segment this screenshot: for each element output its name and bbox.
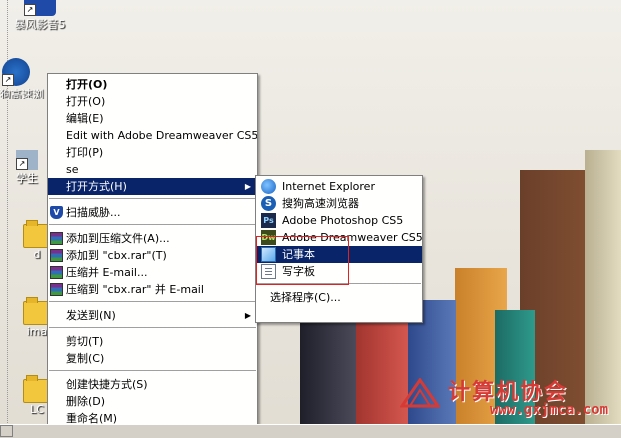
menu-separator <box>49 224 256 227</box>
menu-item-label: Edit with Adobe Dreamweaver CS5 <box>66 129 258 142</box>
menu-item-label: 剪切(T) <box>66 335 104 348</box>
shield-icon: V <box>50 206 63 219</box>
winrar-icon <box>50 232 63 245</box>
menu-item-label: 编辑(E) <box>66 112 104 125</box>
winrar-icon <box>50 283 63 296</box>
menu-item-print[interactable]: 打印(P) <box>48 144 257 161</box>
annotation-highlight-box <box>256 236 349 285</box>
menu-item-label: 发送到(N) <box>66 309 116 322</box>
menu-item-label: Internet Explorer <box>282 180 375 193</box>
shortcut-arrow-icon: ↗ <box>16 158 28 170</box>
menu-item-se[interactable]: se <box>48 161 257 178</box>
baofeng-icon: ↗ <box>24 0 56 16</box>
menu-item-label: 压缩并 E-mail... <box>66 266 148 279</box>
menu-item-open-default[interactable]: 打开(O) <box>48 76 257 93</box>
submenu-arrow-icon: ▶ <box>244 311 251 320</box>
internet-explorer-icon <box>261 179 276 194</box>
menu-item-open[interactable]: 打开(O) <box>48 93 257 110</box>
menu-separator <box>49 198 256 201</box>
menu-item-compress-cbx-email[interactable]: 压缩到 "cbx.rar" 并 E-mail <box>48 281 257 298</box>
menu-separator <box>49 370 256 373</box>
menu-item-cut[interactable]: 剪切(T) <box>48 333 257 350</box>
desktop-icon-sogou[interactable]: ↗ 搜狗高速浏览器 <box>0 58 45 99</box>
menu-item-add-to-archive[interactable]: 添加到压缩文件(A)... <box>48 230 257 247</box>
menu-item-label: 删除(D) <box>66 395 106 408</box>
menu-item-label: 打印(P) <box>66 146 104 159</box>
watermark-url: www.gxjmca.com <box>490 402 609 418</box>
submenu-item-internet-explorer[interactable]: Internet Explorer <box>256 178 422 195</box>
menu-item-add-to-cbx[interactable]: 添加到 "cbx.rar"(T) <box>48 247 257 264</box>
horizontal-scrollbar[interactable] <box>0 424 621 438</box>
menu-separator <box>49 327 256 330</box>
menu-item-label: 打开(O) <box>66 95 106 108</box>
menu-item-edit[interactable]: 编辑(E) <box>48 110 257 127</box>
menu-separator <box>49 301 256 304</box>
context-menu: 打开(O) 打开(O) 编辑(E) Edit with Adobe Dreamw… <box>47 73 258 430</box>
submenu-item-sogou-browser[interactable]: S 搜狗高速浏览器 <box>256 195 422 212</box>
submenu-item-choose-program[interactable]: 选择程序(C)... <box>256 289 422 306</box>
sogou-browser-icon: S <box>261 196 276 211</box>
menu-item-delete[interactable]: 删除(D) <box>48 393 257 410</box>
menu-item-label: Adobe Photoshop CS5 <box>282 214 404 227</box>
watermark: 计算机协会 www.gxjmca.com <box>400 372 621 422</box>
menu-item-label: 打开(O) <box>66 78 108 91</box>
menu-item-compress-email[interactable]: 压缩并 E-mail... <box>48 264 257 281</box>
photoshop-icon: Ps <box>261 213 276 228</box>
winrar-icon <box>50 249 63 262</box>
submenu-arrow-icon: ▶ <box>244 182 251 191</box>
menu-item-label: se <box>66 163 79 176</box>
scroll-left-button[interactable] <box>0 425 13 437</box>
menu-item-edit-dreamweaver[interactable]: Edit with Adobe Dreamweaver CS5 <box>48 127 257 144</box>
submenu-item-photoshop[interactable]: Ps Adobe Photoshop CS5 <box>256 212 422 229</box>
sogou-browser-icon: ↗ <box>2 58 30 86</box>
menu-item-label: 扫描威胁... <box>66 206 121 219</box>
menu-item-label: 压缩到 "cbx.rar" 并 E-mail <box>66 283 204 296</box>
watermark-logo-icon <box>400 378 440 408</box>
shortcut-arrow-icon: ↗ <box>2 74 14 86</box>
menu-item-create-shortcut[interactable]: 创建快捷方式(S) <box>48 376 257 393</box>
desktop-icon-student[interactable]: ↗ 学生 <box>5 150 49 186</box>
winrar-icon <box>50 266 63 279</box>
menu-item-send-to[interactable]: 发送到(N) ▶ <box>48 307 257 324</box>
menu-item-label: 添加到压缩文件(A)... <box>66 232 170 245</box>
menu-item-copy[interactable]: 复制(C) <box>48 350 257 367</box>
menu-item-label: 创建快捷方式(S) <box>66 378 148 391</box>
menu-item-label: 复制(C) <box>66 352 105 365</box>
desktop-icon-label: 学生 <box>16 172 38 185</box>
desktop-icon-label: 搜狗高速浏览器 <box>0 88 44 99</box>
menu-item-open-with[interactable]: 打开方式(H) ▶ <box>48 178 257 195</box>
desktop-icon-baofeng[interactable]: ↗ 暴风影音5 <box>5 0 75 32</box>
menu-item-label: 选择程序(C)... <box>270 291 341 304</box>
menu-item-label: 打开方式(H) <box>66 180 127 193</box>
menu-item-label: 搜狗高速浏览器 <box>282 197 359 210</box>
desktop-icon-label: 暴风影音5 <box>14 18 66 31</box>
shortcut-arrow-icon: ↗ <box>24 4 36 16</box>
student-icon: ↗ <box>16 150 38 170</box>
menu-item-label: 添加到 "cbx.rar"(T) <box>66 249 167 262</box>
menu-item-scan-threats[interactable]: V 扫描威胁... <box>48 204 257 221</box>
